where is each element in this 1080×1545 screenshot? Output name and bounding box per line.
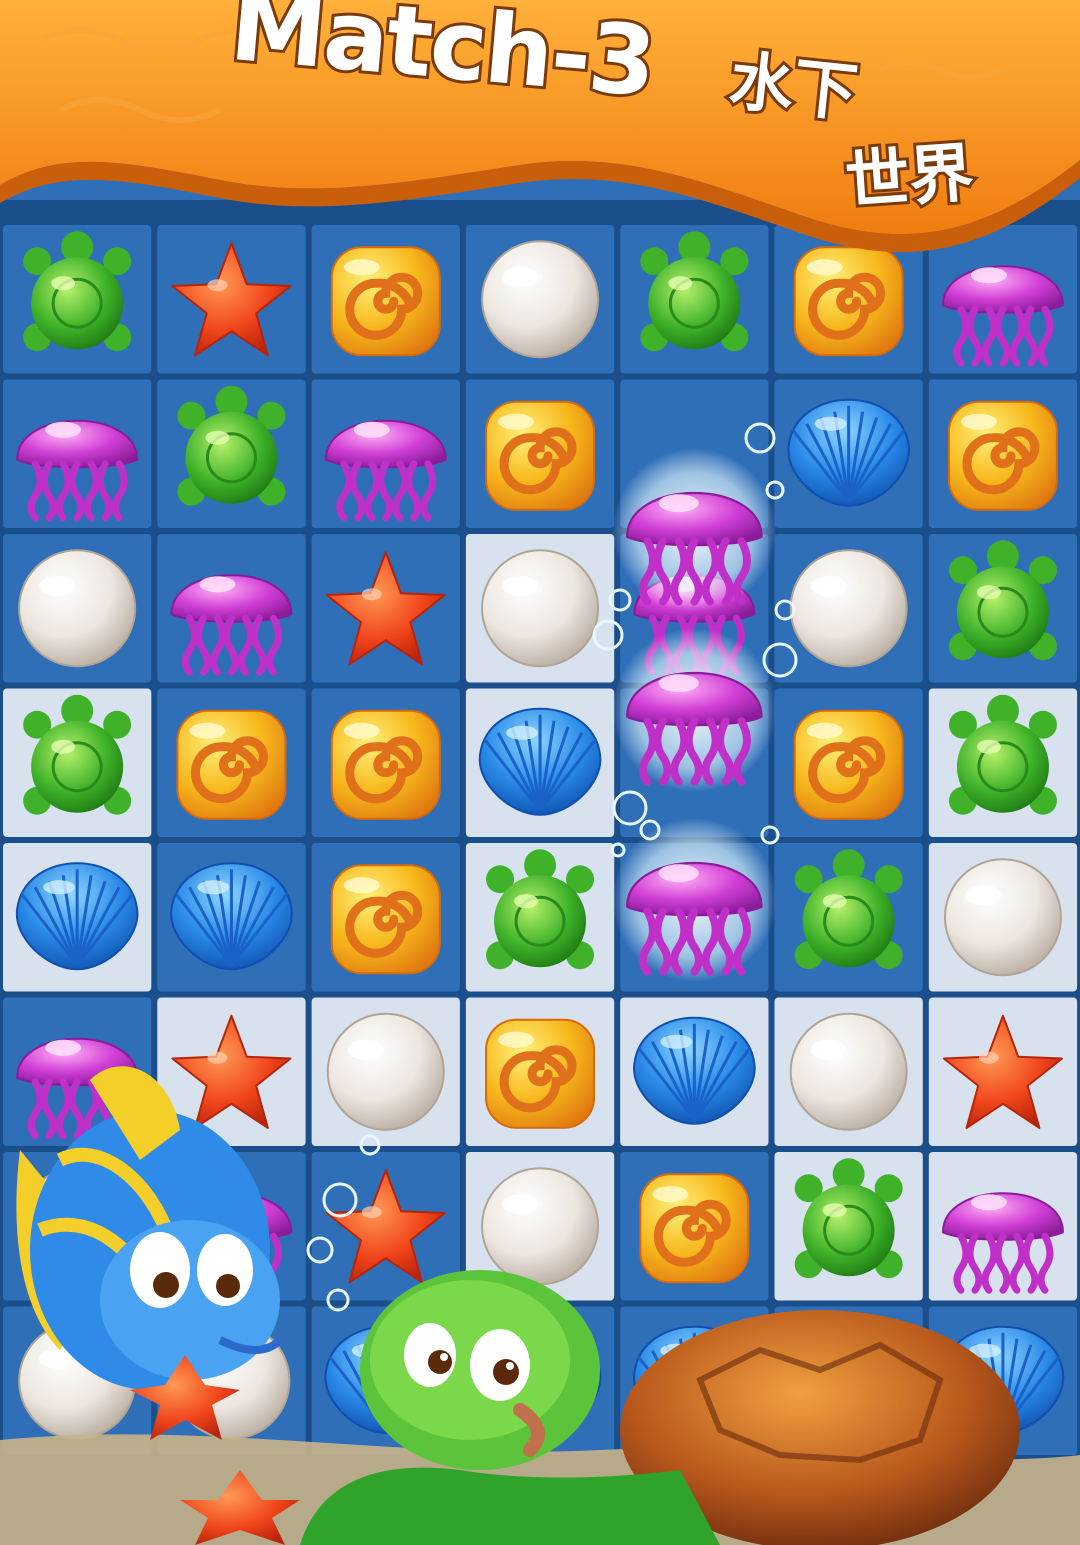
shell-piece[interactable] <box>485 400 596 511</box>
pearl-piece[interactable] <box>18 549 137 668</box>
shell-piece[interactable] <box>330 246 441 357</box>
turtle-piece[interactable] <box>486 849 595 970</box>
jellyfish-piece[interactable] <box>941 265 1064 367</box>
pearl-piece[interactable] <box>789 549 908 668</box>
jellyfish-piece[interactable] <box>626 861 763 976</box>
game-screen <box>0 0 1080 1545</box>
shell-piece[interactable] <box>485 1018 596 1129</box>
turtle-piece[interactable] <box>177 385 286 506</box>
shell-piece[interactable] <box>793 246 904 357</box>
shell-piece[interactable] <box>330 709 441 820</box>
turtle-piece[interactable] <box>640 231 749 352</box>
pearl-piece[interactable] <box>481 240 600 359</box>
shell-piece[interactable] <box>330 864 441 975</box>
jellyfish-piece[interactable] <box>324 419 447 522</box>
game-subtitle-line1: 水下 <box>723 41 864 134</box>
pearl-piece[interactable] <box>943 858 1062 977</box>
jellyfish-piece[interactable] <box>626 491 763 606</box>
shell-piece[interactable] <box>947 400 1058 511</box>
pearl-piece[interactable] <box>326 1012 445 1131</box>
jellyfish-piece[interactable] <box>170 574 293 676</box>
turtle-piece[interactable] <box>23 694 132 815</box>
pearl-piece[interactable] <box>481 1167 600 1286</box>
jellyfish-piece[interactable] <box>16 419 139 522</box>
pearl-piece[interactable] <box>789 1012 908 1131</box>
jellyfish-piece[interactable] <box>626 671 763 786</box>
jellyfish-piece[interactable] <box>941 1192 1064 1294</box>
turtle-piece[interactable] <box>794 849 903 970</box>
turtle-piece[interactable] <box>948 694 1057 815</box>
shell-piece[interactable] <box>793 709 904 820</box>
turtle-piece[interactable] <box>948 540 1057 661</box>
game-subtitle-line2: 世界 <box>840 134 979 223</box>
turtle-piece[interactable] <box>794 1158 903 1279</box>
pearl-piece[interactable] <box>481 549 600 668</box>
turtle-piece[interactable] <box>23 231 132 352</box>
shell-piece[interactable] <box>639 1173 750 1284</box>
shell-piece[interactable] <box>176 709 287 820</box>
